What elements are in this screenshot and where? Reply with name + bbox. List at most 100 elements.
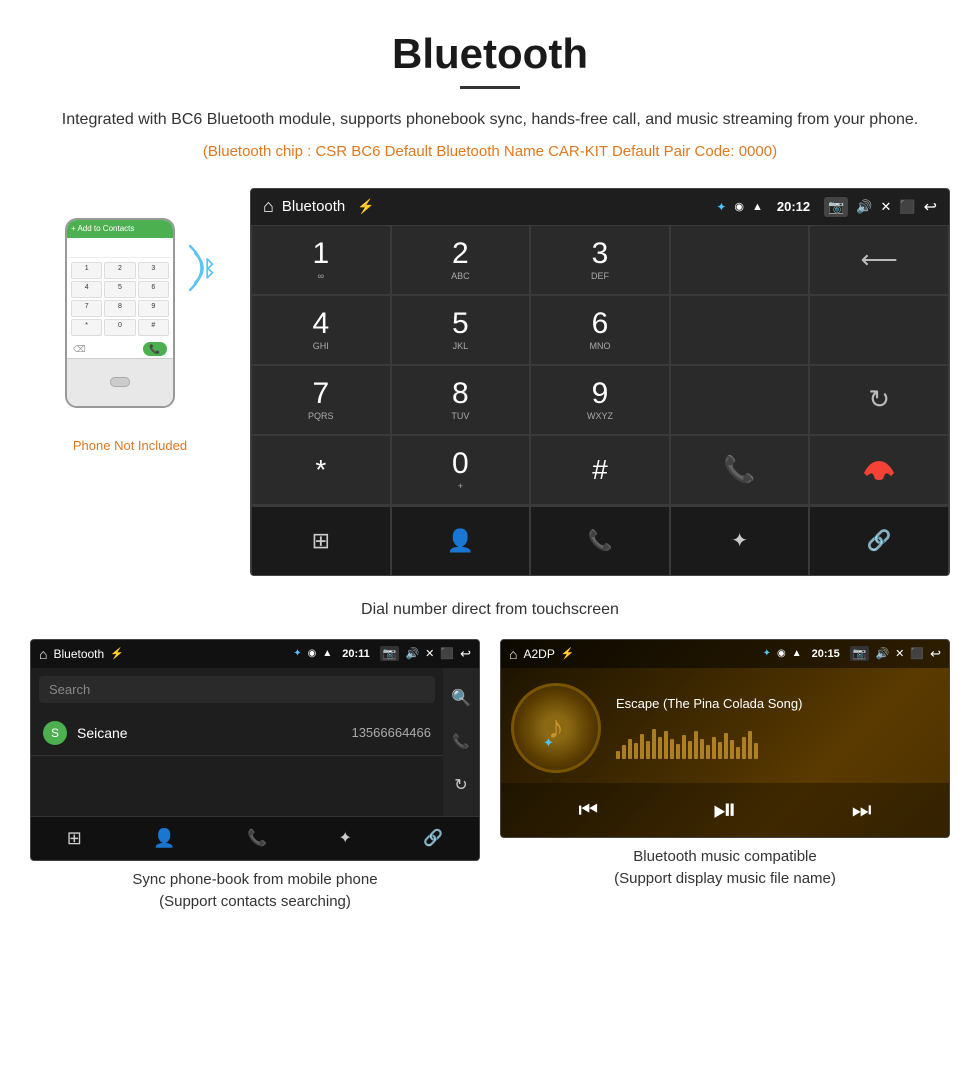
dial-key-3[interactable]: 3DEF bbox=[530, 225, 670, 295]
statusbar-x-icon[interactable]: ✕ bbox=[881, 199, 892, 215]
phonebook-screenshot-item: ⌂ Bluetooth ⚡ ✦ ◉ ▲ 20:11 📷 🔊 ✕ ⬛ ↩ bbox=[30, 639, 480, 918]
pb-camera-icon[interactable]: 📷 bbox=[380, 646, 400, 661]
nav-icon-bluetooth[interactable]: ✦ bbox=[670, 506, 810, 576]
nav-icon-contacts[interactable]: 👤 bbox=[391, 506, 531, 576]
pb-vol-icon[interactable]: 🔊 bbox=[405, 647, 419, 660]
music-x-icon[interactable]: ✕ bbox=[895, 647, 904, 660]
music-screenshot-item: ⌂ A2DP ⚡ ✦ ◉ ▲ 20:15 📷 🔊 ✕ ⬛ ↩ ♪ bbox=[500, 639, 950, 918]
car-screen-main: ⌂ Bluetooth ⚡ ✦ ◉ ▲ 20:12 📷 🔊 ✕ ⬛ ↩ 1∞ 2… bbox=[250, 188, 950, 576]
pb-statusbar: ⌂ Bluetooth ⚡ ✦ ◉ ▲ 20:11 📷 🔊 ✕ ⬛ ↩ bbox=[31, 640, 479, 668]
music-playpause-btn[interactable]: ⏯ bbox=[713, 793, 737, 827]
viz-bar bbox=[754, 743, 758, 759]
phone-back-key[interactable]: ⌫ bbox=[73, 344, 86, 355]
viz-bar bbox=[682, 735, 686, 759]
pb-home-icon[interactable]: ⌂ bbox=[39, 646, 47, 662]
dialpad-area: 1∞ 2ABC 3DEF ⟵ 4GHI 5JKL bbox=[251, 225, 949, 575]
music-content: ♪ ✦ Escape (The Pina Colada Song) bbox=[501, 668, 949, 778]
phone-bottom-area bbox=[67, 359, 173, 406]
pb-main-content: Search S Seicane 13566664466 bbox=[31, 668, 443, 816]
music-usb-icon: ⚡ bbox=[561, 647, 575, 660]
pb-search-bar[interactable]: Search bbox=[39, 676, 435, 703]
music-song-title: Escape (The Pina Colada Song) bbox=[616, 696, 939, 711]
pb-call-icon[interactable]: 📞 bbox=[452, 733, 469, 750]
phone-area: ᛒ + Add to Contacts 1 2 3 4 5 6 bbox=[30, 188, 230, 453]
dial-key-8[interactable]: 8TUV bbox=[391, 365, 531, 435]
phone-key-5[interactable]: 5 bbox=[104, 281, 135, 298]
phone-key-star[interactable]: * bbox=[71, 319, 102, 336]
music-back-icon[interactable]: ↩ bbox=[930, 646, 941, 662]
phone-call-btn[interactable]: 📞 bbox=[143, 342, 167, 356]
pb-contact-name: Seicane bbox=[77, 725, 351, 741]
main-caption: Dial number direct from touchscreen bbox=[0, 591, 980, 639]
dial-cell-empty-4 bbox=[670, 365, 810, 435]
dial-key-2[interactable]: 2ABC bbox=[391, 225, 531, 295]
nav-icon-link[interactable]: 🔗 bbox=[809, 506, 949, 576]
phone-key-3[interactable]: 3 bbox=[138, 262, 169, 279]
statusbar-window-icon[interactable]: ⬛ bbox=[899, 199, 915, 215]
music-home-icon[interactable]: ⌂ bbox=[509, 646, 517, 662]
statusbar-time: 20:12 bbox=[777, 199, 810, 214]
phone-key-4[interactable]: 4 bbox=[71, 281, 102, 298]
statusbar-camera-icon[interactable]: 📷 bbox=[824, 197, 848, 217]
statusbar-volume-icon[interactable]: 🔊 bbox=[856, 199, 872, 215]
phone-key-hash[interactable]: # bbox=[138, 319, 169, 336]
dial-key-backspace[interactable]: ⟵ bbox=[809, 225, 949, 295]
pb-contact-item[interactable]: S Seicane 13566664466 bbox=[31, 711, 443, 756]
phone-key-1[interactable]: 1 bbox=[71, 262, 102, 279]
viz-bar bbox=[652, 729, 656, 759]
dial-key-hangup[interactable] bbox=[809, 435, 949, 505]
dial-key-4[interactable]: 4GHI bbox=[251, 295, 391, 365]
pb-win-icon[interactable]: ⬛ bbox=[440, 647, 454, 660]
dial-key-7[interactable]: 7PQRS bbox=[251, 365, 391, 435]
pb-nav-phone[interactable]: 📞 bbox=[247, 828, 267, 848]
music-title: A2DP bbox=[523, 647, 554, 661]
pb-nav-contacts[interactable]: 👤 bbox=[153, 828, 175, 849]
phone-home-button[interactable] bbox=[110, 377, 130, 387]
statusbar-bt-icon: ✦ bbox=[716, 200, 726, 214]
dial-key-hash[interactable]: # bbox=[530, 435, 670, 505]
viz-bar bbox=[676, 744, 680, 759]
dial-key-6[interactable]: 6MNO bbox=[530, 295, 670, 365]
dial-key-9[interactable]: 9WXYZ bbox=[530, 365, 670, 435]
pb-contact-number: 13566664466 bbox=[351, 725, 431, 740]
phone-key-7[interactable]: 7 bbox=[71, 300, 102, 317]
viz-bar bbox=[658, 737, 662, 759]
dial-key-1[interactable]: 1∞ bbox=[251, 225, 391, 295]
dial-key-star[interactable]: * bbox=[251, 435, 391, 505]
statusbar-title: Bluetooth bbox=[282, 198, 345, 215]
dial-key-refresh[interactable]: ↻ bbox=[809, 365, 949, 435]
pb-x-icon[interactable]: ✕ bbox=[425, 647, 434, 660]
pb-loc-icon: ◉ bbox=[308, 648, 317, 659]
phone-key-0[interactable]: 0 bbox=[104, 319, 135, 336]
viz-bar bbox=[646, 741, 650, 759]
phone-container: ᛒ + Add to Contacts 1 2 3 4 5 6 bbox=[65, 218, 195, 428]
bottom-screenshots: ⌂ Bluetooth ⚡ ✦ ◉ ▲ 20:11 📷 🔊 ✕ ⬛ ↩ bbox=[0, 639, 980, 918]
dial-key-call-green[interactable]: 📞 bbox=[670, 435, 810, 505]
pb-main-row: Search S Seicane 13566664466 🔍 bbox=[31, 668, 479, 816]
music-camera-icon[interactable]: 📷 bbox=[850, 646, 870, 661]
statusbar-usb-icon: ⚡ bbox=[357, 198, 374, 215]
pb-search-icon[interactable]: 🔍 bbox=[451, 688, 471, 708]
statusbar-back-icon[interactable]: ↩ bbox=[924, 197, 937, 217]
phone-key-2[interactable]: 2 bbox=[104, 262, 135, 279]
music-prev-btn[interactable]: ⏮ bbox=[578, 797, 598, 823]
music-vol-icon[interactable]: 🔊 bbox=[875, 647, 889, 660]
viz-bar bbox=[640, 734, 644, 759]
pb-nav-link[interactable]: 🔗 bbox=[423, 828, 443, 848]
nav-icon-grid[interactable]: ⊞ bbox=[251, 506, 391, 576]
phone-key-8[interactable]: 8 bbox=[104, 300, 135, 317]
pb-nav-bt[interactable]: ✦ bbox=[338, 828, 351, 848]
music-wifi-icon: ▲ bbox=[792, 648, 802, 659]
phone-key-9[interactable]: 9 bbox=[138, 300, 169, 317]
dial-key-5[interactable]: 5JKL bbox=[391, 295, 531, 365]
pb-nav-grid[interactable]: ⊞ bbox=[67, 828, 82, 849]
phone-key-6[interactable]: 6 bbox=[138, 281, 169, 298]
nav-icon-phone[interactable]: 📞 bbox=[530, 506, 670, 576]
statusbar-home-icon[interactable]: ⌂ bbox=[263, 196, 274, 217]
pb-back-icon[interactable]: ↩ bbox=[460, 646, 471, 662]
page-title: Bluetooth bbox=[60, 30, 920, 78]
music-next-btn[interactable]: ⏭ bbox=[852, 797, 872, 823]
pb-refresh-icon[interactable]: ↻ bbox=[454, 775, 467, 795]
music-win-icon[interactable]: ⬛ bbox=[910, 647, 924, 660]
dial-key-0[interactable]: 0+ bbox=[391, 435, 531, 505]
